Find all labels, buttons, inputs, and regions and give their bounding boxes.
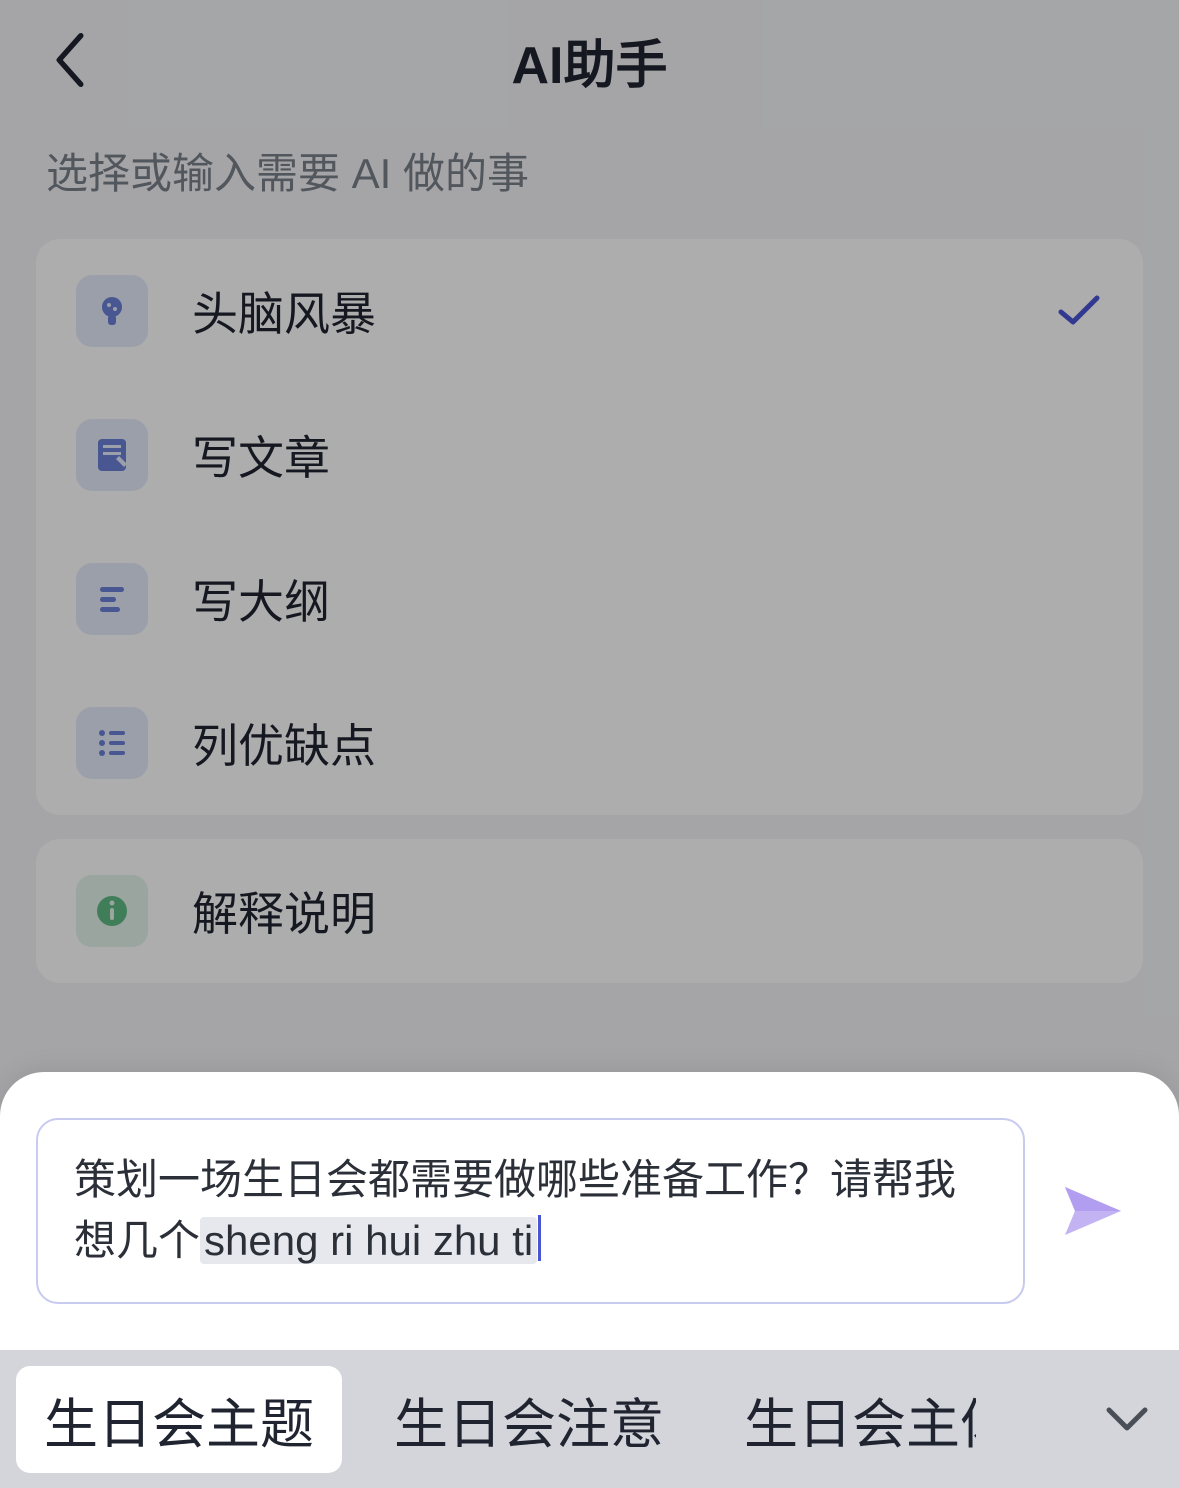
- app-root: AI助手 选择或输入需要 AI 做的事 头脑风暴 写文章: [0, 0, 1179, 1488]
- send-button[interactable]: [1043, 1183, 1143, 1239]
- ime-expand-button[interactable]: [1091, 1383, 1163, 1455]
- ime-candidate[interactable]: 生日会注意: [366, 1366, 692, 1473]
- prompt-input[interactable]: 策划一场生日会都需要做哪些准备工作？请帮我想几个sheng ri hui zhu…: [36, 1118, 1025, 1304]
- input-sheet: 策划一场生日会都需要做哪些准备工作？请帮我想几个sheng ri hui zhu…: [0, 1072, 1179, 1350]
- ime-candidate[interactable]: 生日会主体: [716, 1366, 976, 1473]
- send-icon: [1061, 1183, 1125, 1239]
- ime-candidate-bar: 生日会主题 生日会注意 生日会主体: [0, 1350, 1179, 1488]
- ime-composition-text: sheng ri hui zhu ti: [200, 1217, 537, 1264]
- chevron-down-icon: [1103, 1404, 1151, 1434]
- text-caret: [538, 1215, 541, 1261]
- ime-candidate[interactable]: 生日会主题: [16, 1366, 342, 1473]
